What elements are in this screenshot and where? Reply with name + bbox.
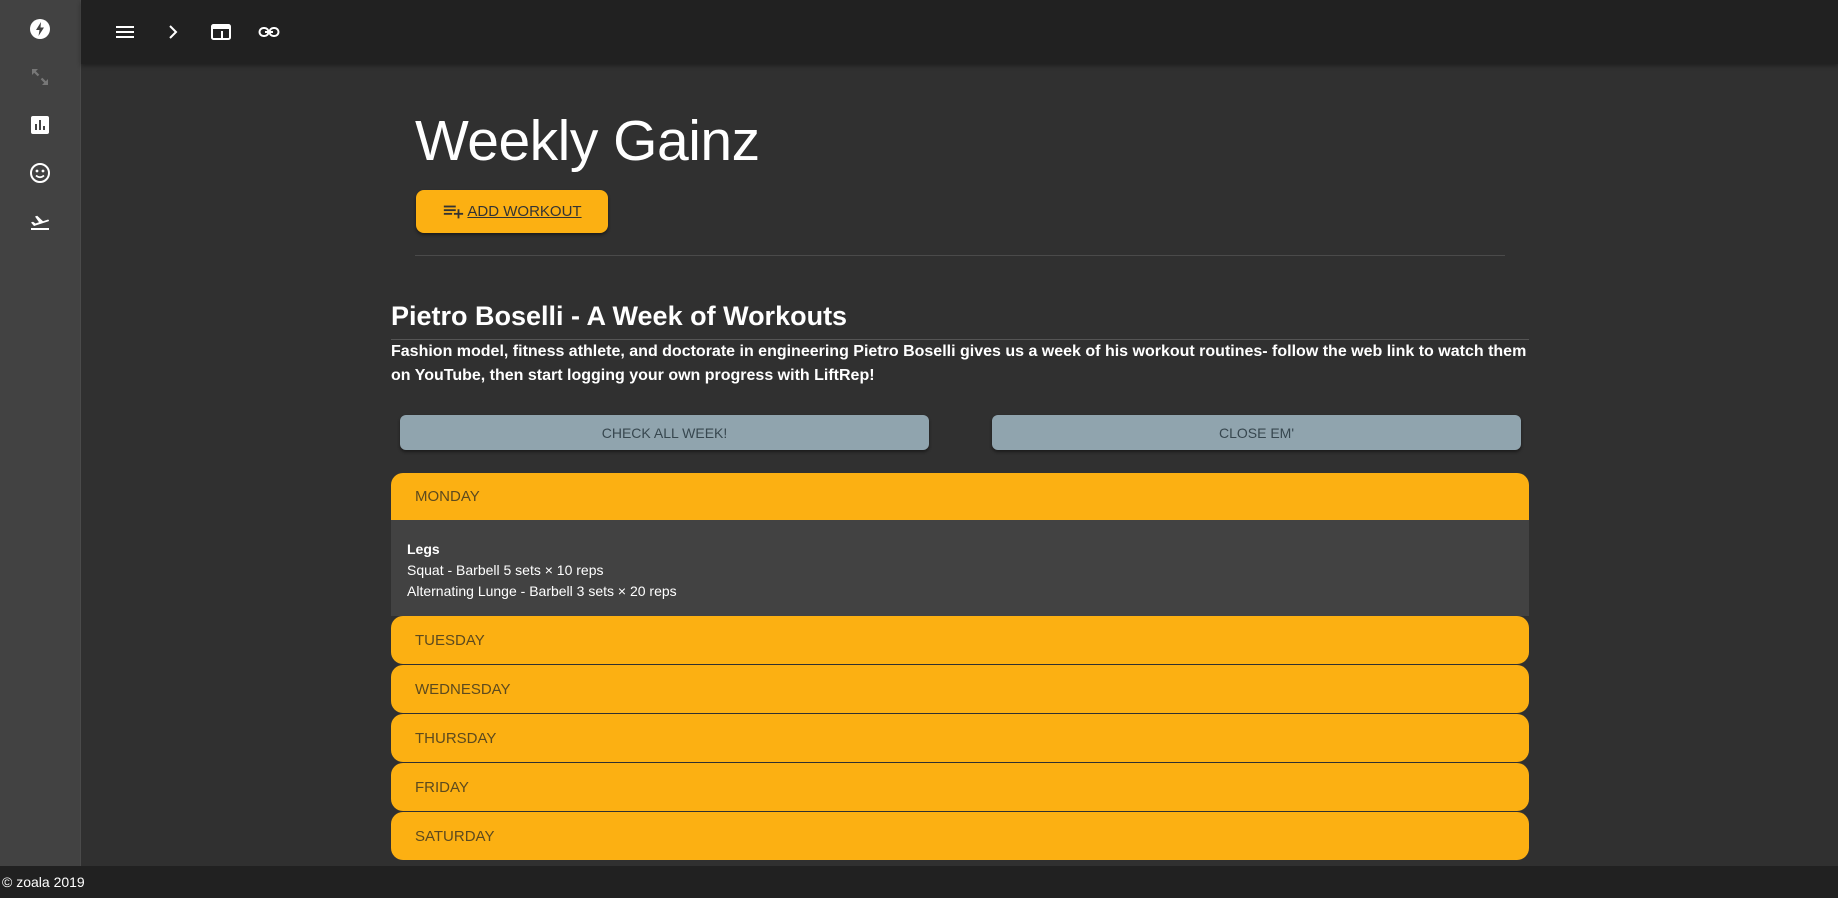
playlist-add-icon xyxy=(444,205,464,218)
smiley-icon xyxy=(30,163,50,183)
day-label: SATURDAY xyxy=(415,827,495,845)
footer: © zoala 2019 xyxy=(0,866,1838,898)
day-label: TUESDAY xyxy=(415,631,485,649)
airplane-takeoff-icon xyxy=(31,215,49,230)
link-button[interactable] xyxy=(245,8,293,56)
chevron-right-icon xyxy=(169,25,178,39)
exercise-item: Squat - Barbell 5 sets × 10 reps xyxy=(407,562,604,578)
program-description: Fashion model, fitness athlete, and doct… xyxy=(391,343,1527,384)
expand-button[interactable] xyxy=(20,57,60,97)
close-all-label: CLOSE EM' xyxy=(1218,424,1295,441)
add-workout-button[interactable]: ADD WORKOUT xyxy=(416,190,608,233)
top-toolbar xyxy=(81,0,1838,64)
day-panel-monday[interactable]: MONDAY xyxy=(391,473,1529,520)
add-workout-label: ADD WORKOUT xyxy=(467,203,582,220)
page-title: Weekly Gainz xyxy=(415,109,760,173)
menu-button[interactable] xyxy=(101,8,149,56)
divider xyxy=(415,255,1505,256)
day-panel-thursday[interactable]: THURSDAY xyxy=(391,714,1529,762)
nav-rail xyxy=(0,0,81,866)
program-title: Pietro Boselli - A Week of Workouts xyxy=(391,301,848,331)
forward-button[interactable] xyxy=(149,8,197,56)
check-all-week-label: CHECK ALL WEEK! xyxy=(601,424,728,441)
day-panel-tuesday[interactable]: TUESDAY xyxy=(391,616,1529,664)
day-panel-saturday[interactable]: SATURDAY xyxy=(391,812,1529,860)
link-icon xyxy=(258,27,280,37)
copyright-text: © zoala 2019 xyxy=(2,874,85,890)
expand-arrows-icon xyxy=(32,69,48,85)
day-label: WEDNESDAY xyxy=(415,680,511,698)
exercise-item: Alternating Lunge - Barbell 3 sets × 20 … xyxy=(407,583,677,599)
bar-chart-icon xyxy=(31,116,49,134)
day-label: FRIDAY xyxy=(415,778,469,796)
day-panel-wednesday[interactable]: WEDNESDAY xyxy=(391,665,1529,713)
mood-button[interactable] xyxy=(20,153,60,193)
day-panel-friday[interactable]: FRIDAY xyxy=(391,763,1529,811)
web-window-icon xyxy=(211,24,231,40)
workout-title: Legs xyxy=(407,541,440,557)
day-panel-monday-content: Legs Squat - Barbell 5 sets × 10 reps Al… xyxy=(391,520,1529,616)
close-all-button[interactable]: CLOSE EM' xyxy=(992,415,1521,450)
day-label: MONDAY xyxy=(415,488,480,505)
menu-icon xyxy=(116,26,134,38)
stats-button[interactable] xyxy=(20,105,60,145)
travel-button[interactable] xyxy=(20,201,60,241)
check-all-week-button[interactable]: CHECK ALL WEEK! xyxy=(400,415,929,450)
web-window-button[interactable] xyxy=(197,8,245,56)
flash-button[interactable] xyxy=(20,9,60,49)
flash-icon xyxy=(30,19,50,39)
day-label: THURSDAY xyxy=(415,729,497,747)
